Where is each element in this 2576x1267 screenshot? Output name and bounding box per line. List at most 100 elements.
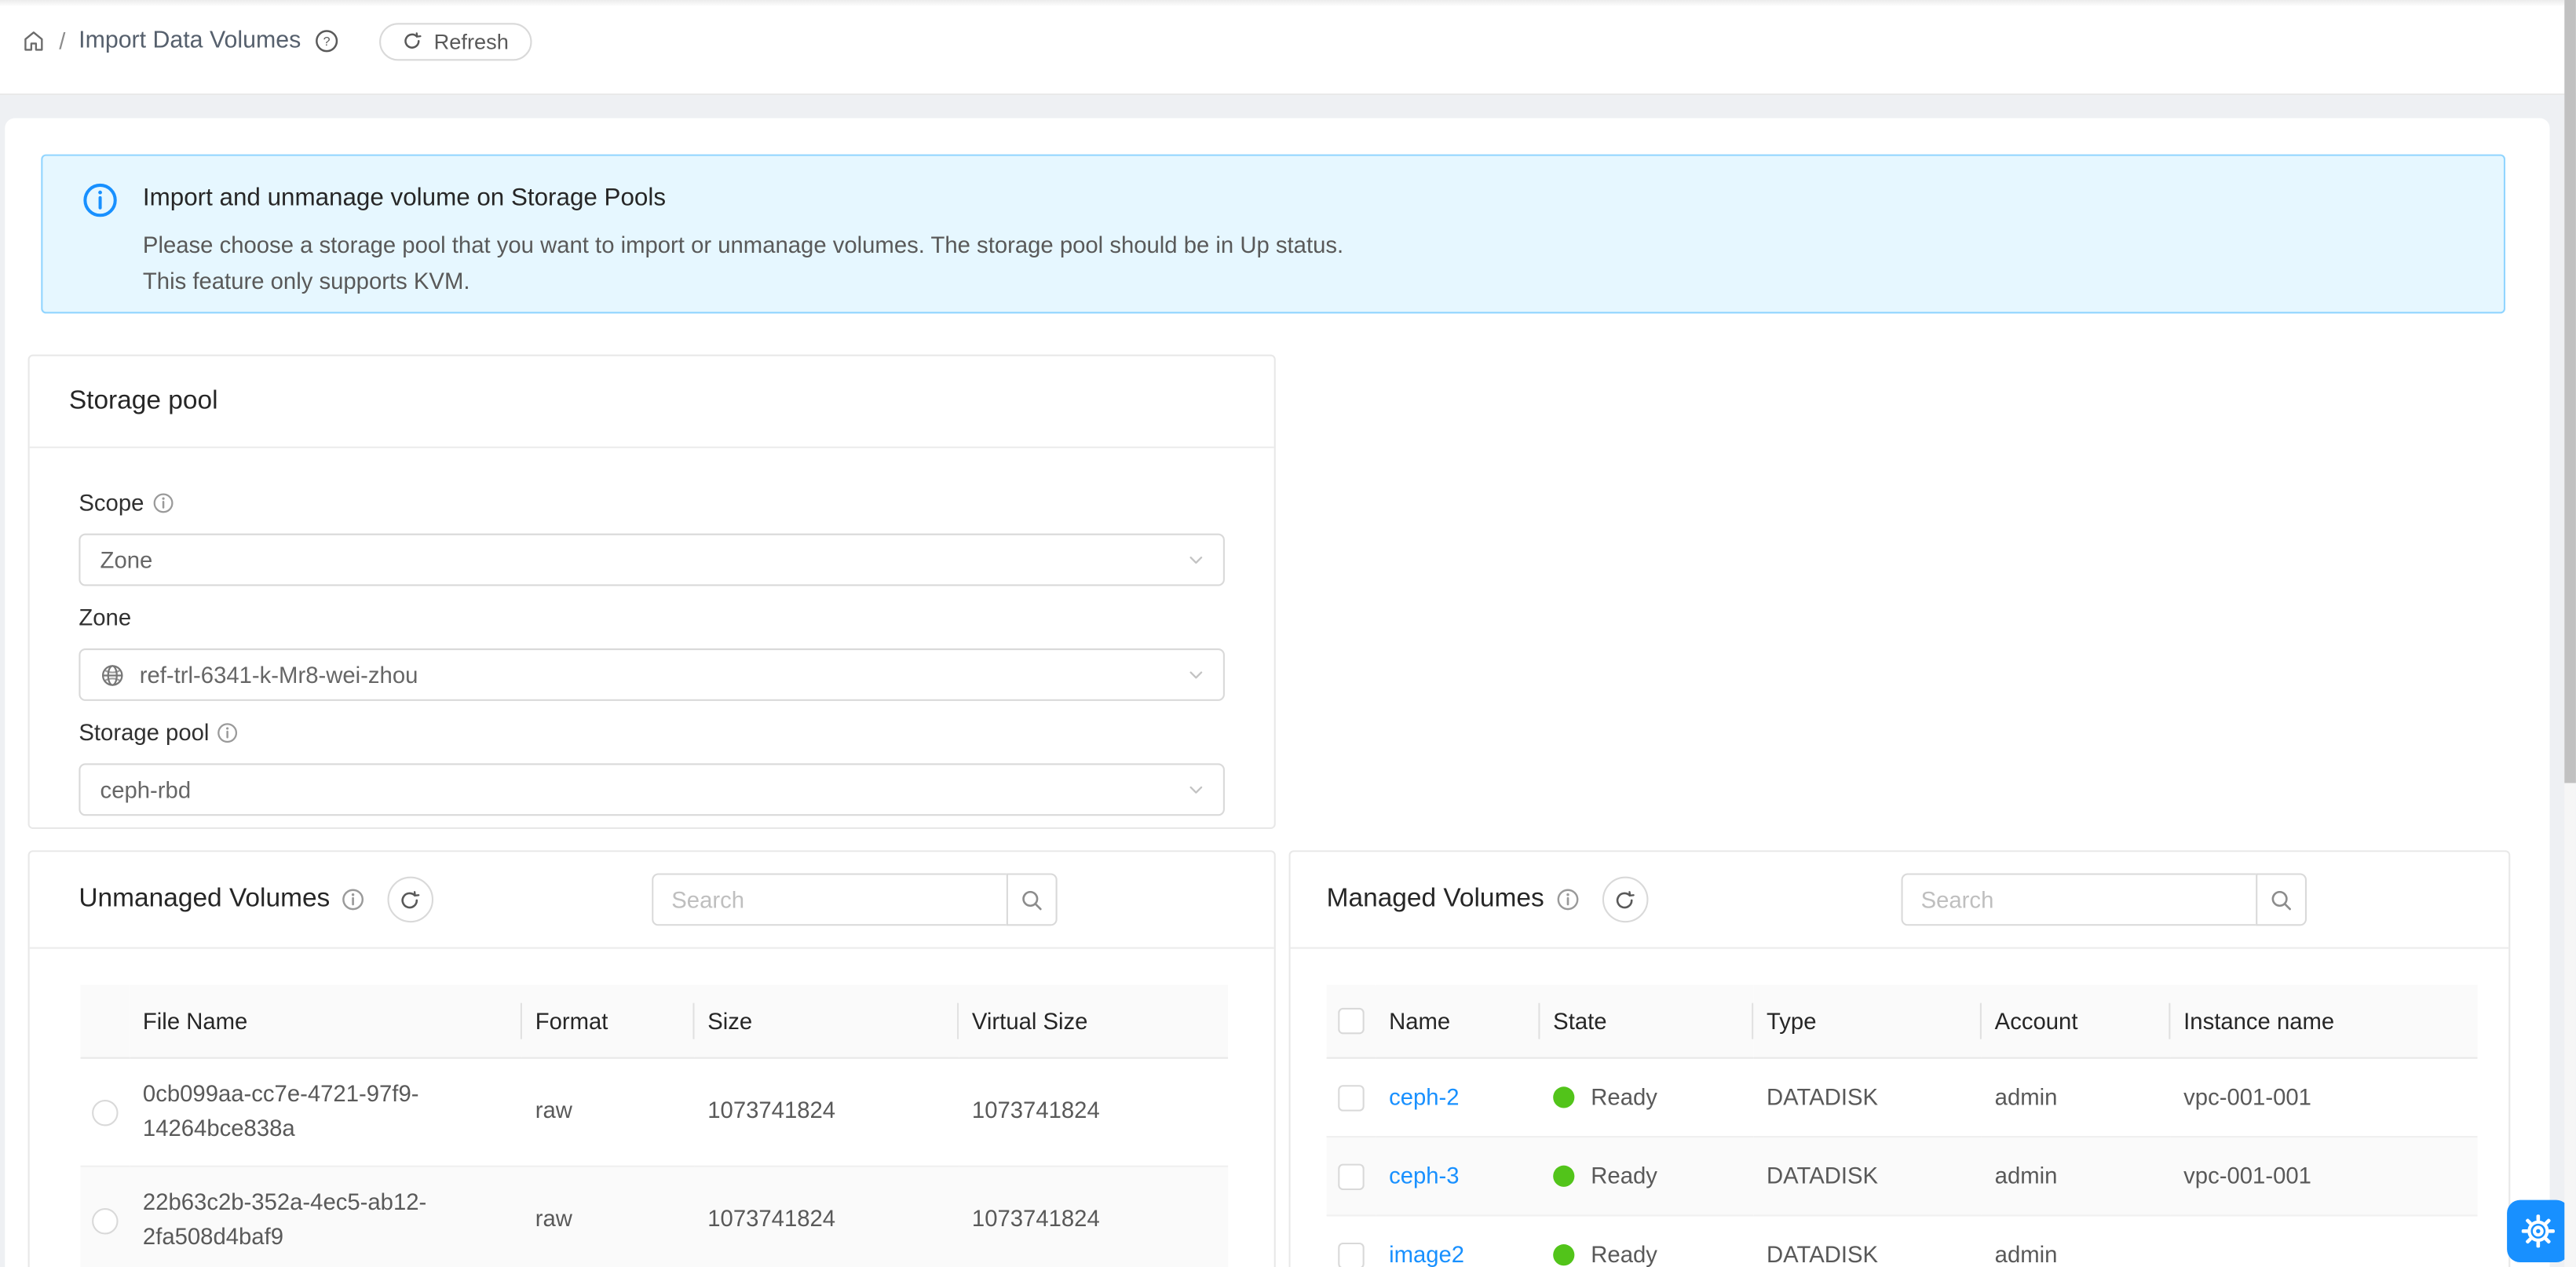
unmanaged-search-button[interactable] <box>1007 873 1058 926</box>
ready-status-dot <box>1553 1243 1574 1265</box>
chevron-down-icon <box>1187 780 1205 798</box>
state-label: Ready <box>1591 1162 1657 1188</box>
zone-field-label: Zone <box>79 599 1225 635</box>
home-icon[interactable] <box>21 28 46 54</box>
table-row: ceph-3 Ready DATADISKadminvpc-001-001 <box>1327 1136 2478 1214</box>
type-cell: DATADISK <box>1753 1136 1982 1214</box>
unmanaged-table-header-row: File Name Format Size Virtual Size <box>80 985 1228 1057</box>
storage-pool-card: Storage pool Scope Zone <box>28 355 1276 829</box>
storage-pool-field-label: Storage pool <box>79 714 1225 750</box>
help-icon[interactable]: ? <box>314 28 340 54</box>
name-cell: ceph-3 <box>1376 1136 1540 1214</box>
account-cell: admin <box>1982 1136 2170 1214</box>
info-circle-icon[interactable] <box>152 491 174 513</box>
status-badge: Ready <box>1553 1137 1740 1214</box>
column-header-account[interactable]: Account <box>1982 985 2170 1057</box>
table-row: 22b63c2b-352a-4ec5-ab12-2fa508d4baf9raw 1… <box>80 1166 1228 1267</box>
managed-table-header-row: Name State Type Account Instance name <box>1327 985 2478 1057</box>
column-header-name[interactable]: Name <box>1376 985 1540 1057</box>
column-header-file-name[interactable]: File Name <box>130 985 522 1057</box>
row-radio[interactable] <box>92 1099 118 1125</box>
page-scrollbar-track[interactable] <box>2564 0 2576 1267</box>
info-circle-icon <box>82 181 143 312</box>
instance-name-cell: vpc-001-001 <box>2170 1057 2477 1136</box>
globe-icon <box>100 663 125 687</box>
field-label-text: Scope <box>79 484 144 520</box>
ready-status-dot <box>1553 1086 1574 1107</box>
scope-select[interactable]: Zone <box>79 534 1225 586</box>
zone-select-value: ref-trl-6341-k-Mr8-wei-zhou <box>140 662 418 688</box>
table-row: ceph-2ReadyDATADISKadminvpc-001-001 <box>1327 1057 2478 1136</box>
alert-content: Import and unmanage volume on Storage Po… <box>143 181 1343 312</box>
volume-name-link[interactable]: ceph-2 <box>1389 1083 1460 1109</box>
column-header-format[interactable]: Format <box>522 985 695 1057</box>
volume-name-link[interactable]: image2 <box>1389 1241 1464 1267</box>
name-cell: ceph-2 <box>1376 1057 1540 1136</box>
alert-title: Import and unmanage volume on Storage Po… <box>143 181 1343 217</box>
storage-pool-select[interactable]: ceph-rbd <box>79 763 1225 816</box>
column-header-type[interactable]: Type <box>1753 985 1982 1057</box>
column-header-state[interactable]: State <box>1540 985 1753 1057</box>
managed-search-input[interactable] <box>1901 873 2256 926</box>
storage-pool-card-header: Storage pool <box>30 356 1274 448</box>
managed-volumes-header: Managed Volumes <box>1291 852 2509 948</box>
info-circle-icon[interactable] <box>342 888 364 911</box>
state-cell-td: Ready <box>1540 1214 1753 1267</box>
storage-pool-select-value: ceph-rbd <box>100 776 192 802</box>
storage-pool-card-title: Storage pool <box>69 386 218 416</box>
breadcrumb-separator: / <box>59 28 65 54</box>
unmanaged-refresh-button[interactable] <box>387 877 433 923</box>
unmanaged-search-input[interactable] <box>652 873 1007 926</box>
page-scrollbar-thumb[interactable] <box>2564 0 2576 783</box>
row-checkbox[interactable] <box>1338 1084 1364 1110</box>
breadcrumb-current: Import Data Volumes <box>79 28 301 54</box>
column-header-size[interactable]: Size <box>695 985 959 1057</box>
managed-volumes-card: Managed Volumes <box>1289 850 2511 1267</box>
reload-icon <box>403 31 422 51</box>
state-label: Ready <box>1591 1241 1657 1267</box>
size-cell: 1073741824 <box>695 1057 959 1166</box>
row-select-cell <box>80 1057 130 1166</box>
refresh-button[interactable]: Refresh <box>380 22 532 60</box>
info-circle-icon[interactable] <box>1555 888 1578 911</box>
select-all-checkbox[interactable] <box>1338 1009 1364 1035</box>
main-panel: Import and unmanage volume on Storage Po… <box>5 119 2549 1267</box>
radio-column-header <box>80 985 130 1057</box>
field-label-text: Zone <box>79 599 131 635</box>
gear-icon <box>2520 1213 2556 1249</box>
virtual-size-cell: 1073741824 <box>959 1166 1228 1267</box>
svg-text:?: ? <box>323 35 331 49</box>
virtual-size-cell: 1073741824 <box>959 1057 1228 1166</box>
unmanaged-volumes-card: Unmanaged Volumes <box>28 850 1276 1267</box>
unmanaged-volumes-table: File Name Format Size Virtual Size 0cb09… <box>80 985 1228 1267</box>
scope-select-value: Zone <box>100 546 153 572</box>
settings-fab-button[interactable] <box>2507 1200 2569 1262</box>
managed-refresh-button[interactable] <box>1602 877 1648 923</box>
field-label-text: Storage pool <box>79 714 209 750</box>
zone-select[interactable]: ref-trl-6341-k-Mr8-wei-zhou <box>79 648 1225 701</box>
type-cell: DATADISK <box>1753 1057 1982 1136</box>
scope-field-label: Scope <box>79 484 1225 520</box>
account-cell: admin <box>1982 1057 2170 1136</box>
instance-name-cell: vpc-001-001 <box>2170 1136 2477 1214</box>
column-header-virtual-size[interactable]: Virtual Size <box>959 985 1228 1057</box>
row-select-cell <box>1327 1136 1376 1214</box>
managed-search-group <box>1901 873 2307 926</box>
format-cell: raw <box>522 1166 695 1267</box>
ready-status-dot <box>1553 1165 1574 1186</box>
info-alert: Import and unmanage volume on Storage Po… <box>41 155 2505 314</box>
row-checkbox[interactable] <box>1338 1163 1364 1189</box>
type-cell: DATADISK <box>1753 1214 1982 1267</box>
state-cell-td: Ready <box>1540 1136 1753 1214</box>
column-header-instance-name[interactable]: Instance name <box>2170 985 2477 1057</box>
volume-name-link[interactable]: ceph-3 <box>1389 1162 1460 1188</box>
managed-search-button[interactable] <box>2256 873 2307 926</box>
info-circle-icon[interactable] <box>217 721 239 743</box>
row-radio[interactable] <box>92 1207 118 1233</box>
unmanaged-search-group <box>652 873 1058 926</box>
account-cell: admin <box>1982 1214 2170 1267</box>
name-cell: image2 <box>1376 1214 1540 1267</box>
row-checkbox[interactable] <box>1338 1242 1364 1267</box>
select-all-column-header <box>1327 985 1376 1057</box>
file-name-cell: 22b63c2b-352a-4ec5-ab12-2fa508d4baf9 <box>130 1166 522 1267</box>
